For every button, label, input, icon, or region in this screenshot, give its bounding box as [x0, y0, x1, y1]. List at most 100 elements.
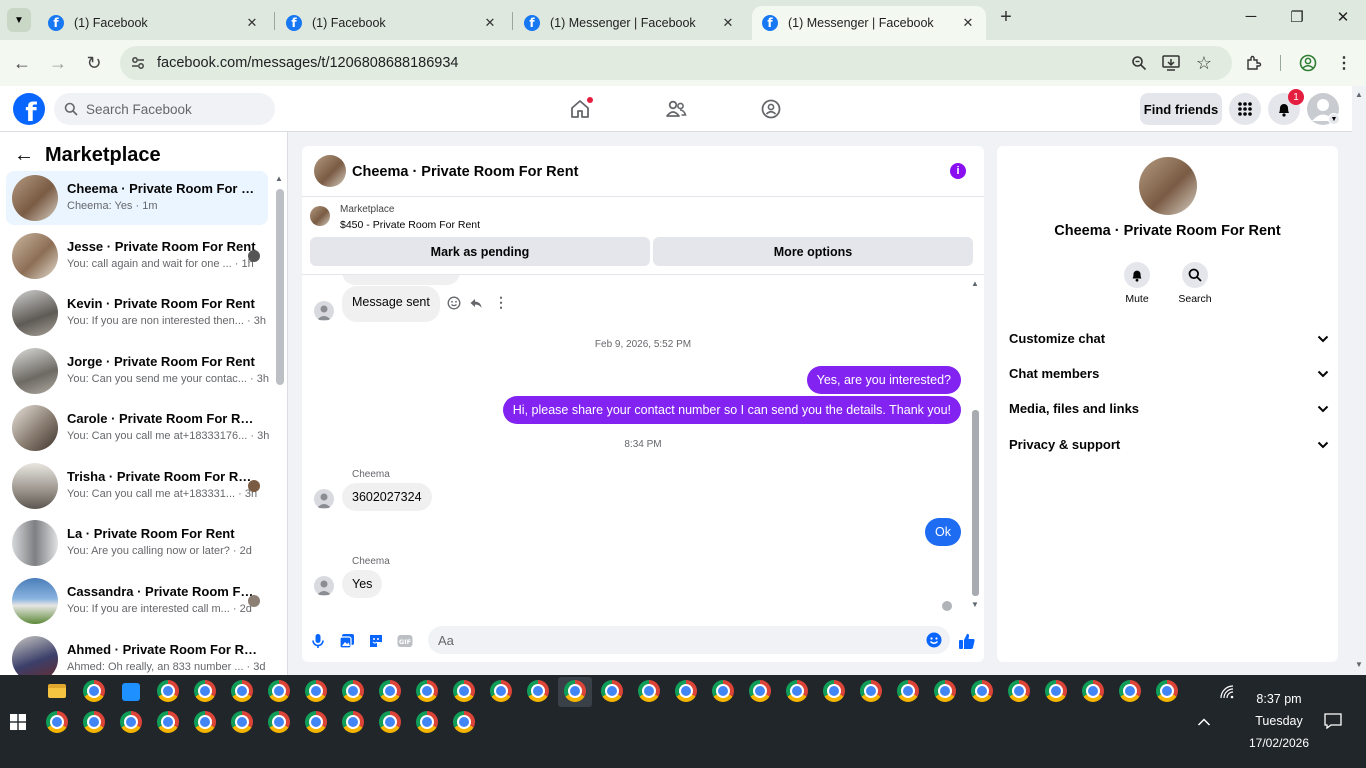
- notifications-button[interactable]: 1: [1268, 89, 1304, 125]
- chrome-taskbar-icon[interactable]: [1082, 680, 1104, 702]
- chat-scroll-down-icon[interactable]: ▼: [971, 600, 979, 609]
- account-avatar-button[interactable]: ▼: [1307, 93, 1340, 125]
- find-friends-button[interactable]: Find friends: [1140, 93, 1222, 125]
- chrome-taskbar-icon[interactable]: [379, 711, 401, 733]
- react-emoji-icon[interactable]: [447, 296, 461, 310]
- sticker-icon[interactable]: [367, 632, 385, 650]
- chrome-taskbar-icon[interactable]: [1156, 680, 1178, 702]
- incoming-message-bubble[interactable]: 3602027324: [342, 483, 432, 511]
- back-arrow-icon[interactable]: ←: [14, 144, 34, 167]
- back-icon[interactable]: ←: [9, 50, 35, 76]
- chrome-taskbar-icon[interactable]: [83, 711, 105, 733]
- conversation-item[interactable]: Trisha · Private Room For Rent You: Can …: [6, 459, 268, 513]
- facebook-logo[interactable]: f: [13, 93, 45, 125]
- mute-button[interactable]: Mute: [1112, 262, 1162, 305]
- privacy-support-section[interactable]: Privacy & support: [1009, 433, 1329, 455]
- gif-icon[interactable]: GIF: [396, 632, 414, 650]
- chrome-taskbar-icon[interactable]: [712, 680, 734, 702]
- incoming-message-bubble[interactable]: Yes: [342, 570, 383, 598]
- chrome-taskbar-icon[interactable]: [231, 680, 253, 702]
- chrome-taskbar-icon[interactable]: [194, 711, 216, 733]
- close-tab-icon[interactable]: ✕: [720, 15, 736, 31]
- sidebar-scrollbar[interactable]: [276, 189, 284, 385]
- tab-search-button[interactable]: ▼: [7, 8, 31, 32]
- show-hidden-icons-chevron-icon[interactable]: [1197, 715, 1211, 726]
- chrome-taskbar-icon[interactable]: [83, 680, 105, 702]
- site-info-icon[interactable]: [130, 55, 146, 71]
- message-input[interactable]: Aa: [428, 626, 950, 654]
- close-tab-icon[interactable]: ✕: [244, 15, 260, 31]
- clock-date[interactable]: 17/02/2026: [1240, 736, 1318, 750]
- browser-tab[interactable]: f (1) Facebook ✕: [38, 6, 270, 40]
- customize-chat-section[interactable]: Customize chat: [1009, 327, 1329, 349]
- chrome-taskbar-icon[interactable]: [897, 680, 919, 702]
- chrome-taskbar-icon[interactable]: [379, 680, 401, 702]
- chrome-taskbar-icon[interactable]: [453, 711, 475, 733]
- chrome-taskbar-icon[interactable]: [157, 711, 179, 733]
- chrome-taskbar-icon[interactable]: [823, 680, 845, 702]
- start-windows-icon[interactable]: [10, 714, 26, 730]
- address-bar[interactable]: facebook.com/messages/t/1206808688186934: [120, 46, 1232, 80]
- chrome-taskbar-icon[interactable]: [194, 680, 216, 702]
- chrome-taskbar-icon[interactable]: [416, 711, 438, 733]
- sidebar-scroll-up-icon[interactable]: ▲: [275, 174, 283, 183]
- chrome-taskbar-icon[interactable]: [749, 680, 771, 702]
- conversation-item[interactable]: Cheema · Private Room For Rent Cheema: Y…: [6, 171, 268, 225]
- chrome-taskbar-icon[interactable]: [157, 680, 179, 702]
- extensions-icon[interactable]: [1242, 51, 1266, 75]
- home-nav-icon[interactable]: [560, 94, 600, 124]
- install-app-icon[interactable]: [1159, 51, 1183, 75]
- chrome-taskbar-icon[interactable]: [860, 680, 882, 702]
- bookmark-star-icon[interactable]: ☆: [1192, 51, 1216, 75]
- browser-tab[interactable]: f (1) Facebook ✕: [276, 6, 508, 40]
- browser-tab-active[interactable]: f (1) Messenger | Facebook ✕: [752, 6, 986, 40]
- chrome-taskbar-icon[interactable]: [120, 711, 142, 733]
- emoji-icon[interactable]: [926, 632, 942, 648]
- conversation-item[interactable]: Cassandra · Private Room For... You: If …: [6, 574, 268, 628]
- clock-time[interactable]: 8:37 pm: [1245, 692, 1313, 706]
- more-actions-icon[interactable]: ⋮: [494, 294, 508, 311]
- listing-price-title[interactable]: $450 - Private Room For Rent: [340, 219, 480, 231]
- conversation-item[interactable]: Jesse · Private Room For Rent You: call …: [6, 229, 268, 283]
- mark-as-pending-button[interactable]: Mark as pending: [310, 237, 650, 266]
- chrome-taskbar-icon[interactable]: [231, 711, 253, 733]
- conversation-item[interactable]: Jorge · Private Room For Rent You: Can y…: [6, 344, 269, 398]
- chrome-taskbar-icon[interactable]: [453, 680, 475, 702]
- chrome-taskbar-icon[interactable]: [305, 680, 327, 702]
- chat-members-section[interactable]: Chat members: [1009, 362, 1329, 384]
- chrome-taskbar-icon[interactable]: [268, 680, 290, 702]
- chrome-taskbar-icon[interactable]: [675, 680, 697, 702]
- maximize-icon[interactable]: ❐: [1282, 8, 1312, 32]
- more-options-button[interactable]: More options: [653, 237, 973, 266]
- chrome-taskbar-icon[interactable]: [1119, 680, 1141, 702]
- conversation-item[interactable]: Ahmed · Private Room For Rent Ahmed: Oh …: [6, 632, 268, 675]
- conversation-item[interactable]: Kevin · Private Room For Rent You: If yo…: [6, 286, 268, 340]
- reply-icon[interactable]: [469, 296, 483, 310]
- close-tab-icon[interactable]: ✕: [482, 15, 498, 31]
- chrome-taskbar-icon[interactable]: [1045, 680, 1067, 702]
- chrome-taskbar-icon[interactable]: [490, 680, 512, 702]
- page-scroll-up-icon[interactable]: ▲: [1355, 90, 1363, 99]
- chrome-taskbar-icon[interactable]: [527, 680, 549, 702]
- forward-icon[interactable]: →: [45, 50, 71, 76]
- conversation-item[interactable]: La · Private Room For Rent You: Are you …: [6, 516, 268, 570]
- groups-nav-icon[interactable]: [751, 94, 791, 124]
- close-window-icon[interactable]: ✕: [1328, 8, 1358, 32]
- zoom-icon[interactable]: [1127, 51, 1151, 75]
- chat-scroll-up-icon[interactable]: ▲: [971, 279, 979, 288]
- reload-icon[interactable]: ↻: [81, 50, 107, 76]
- search-conversation-button[interactable]: Search: [1170, 262, 1220, 305]
- chat-avatar[interactable]: [314, 155, 346, 187]
- chrome-taskbar-icon[interactable]: [638, 680, 660, 702]
- notifications-center-icon[interactable]: [1324, 713, 1342, 730]
- conversation-item[interactable]: Carole · Private Room For Rent You: Can …: [6, 401, 269, 455]
- friends-nav-icon[interactable]: [656, 94, 696, 124]
- file-explorer-icon[interactable]: [48, 684, 66, 698]
- chrome-taskbar-icon[interactable]: [564, 680, 586, 702]
- minimize-icon[interactable]: ─: [1236, 8, 1266, 32]
- facebook-search-input[interactable]: Search Facebook: [54, 93, 275, 125]
- page-scrollbar[interactable]: ▲ ▼: [1352, 86, 1366, 675]
- thumbs-up-icon[interactable]: [957, 632, 977, 650]
- chat-title[interactable]: Cheema · Private Room For Rent: [352, 164, 578, 180]
- chrome-taskbar-icon[interactable]: [342, 711, 364, 733]
